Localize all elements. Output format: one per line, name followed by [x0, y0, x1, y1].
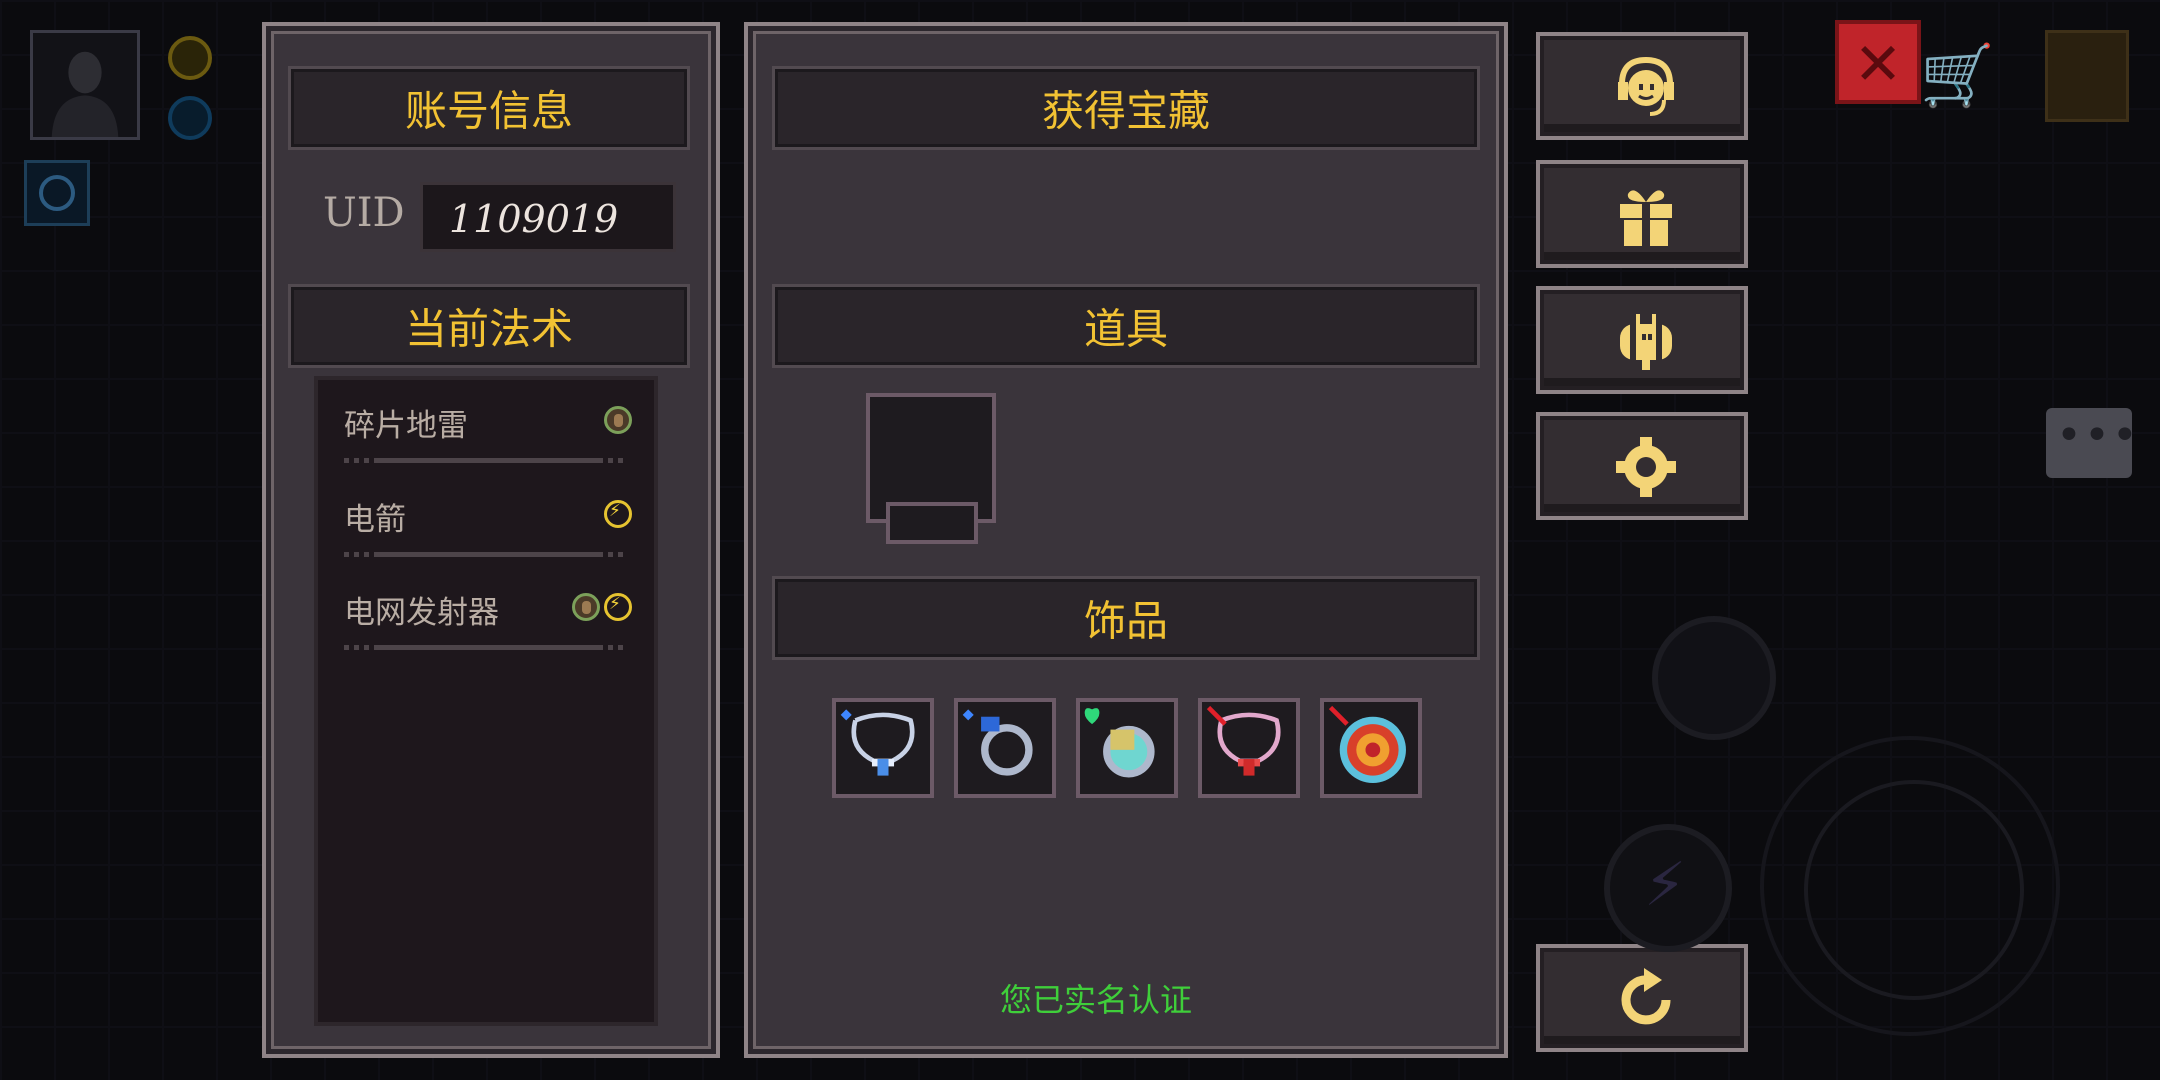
uid-label: UID	[323, 190, 405, 236]
account-info-header: 账号信息	[288, 66, 690, 150]
player-avatar[interactable]	[30, 30, 140, 140]
sapphire-ring-icon	[962, 709, 1033, 776]
current-spells-title: 当前法术	[404, 304, 573, 354]
props-title: 道具	[1083, 304, 1168, 354]
orb-skill-icon[interactable]	[24, 160, 90, 226]
coin-icon	[168, 36, 212, 80]
settings-gear-icon	[1616, 437, 1676, 497]
electric-element-icon	[604, 500, 632, 528]
item-slot-tab	[886, 502, 978, 544]
accessory-slot[interactable]	[832, 698, 934, 798]
gift-button[interactable]	[1536, 160, 1748, 268]
divider	[344, 645, 628, 650]
chat-icon: •••	[2056, 410, 2140, 461]
account-info-title: 账号信息	[404, 86, 573, 136]
earth-element-icon	[572, 593, 600, 621]
close-button[interactable]: ✕	[1835, 20, 1921, 104]
fire-target-icon	[1328, 705, 1406, 783]
ruby-necklace-icon	[1206, 705, 1281, 776]
spell-item[interactable]: 电箭	[318, 480, 654, 570]
spell-item[interactable]: 电网发射器	[318, 573, 654, 663]
accessory-slot[interactable]	[1198, 698, 1300, 798]
accessories-title: 饰品	[1083, 596, 1168, 646]
accessory-slot[interactable]	[954, 698, 1056, 798]
shop-cart-icon[interactable]: 🛒	[1920, 40, 1995, 111]
spell-item[interactable]: 碎片地雷	[318, 386, 654, 476]
bee-icon	[1620, 314, 1672, 370]
portrait-icon	[33, 33, 137, 137]
book-icon[interactable]	[2045, 30, 2129, 122]
bee-button[interactable]	[1536, 286, 1748, 394]
divider	[344, 552, 628, 557]
settings-button[interactable]	[1536, 412, 1748, 520]
chat-button[interactable]: •••	[2046, 408, 2138, 478]
accessories-header: 饰品	[772, 576, 1480, 660]
props-header: 道具	[772, 284, 1480, 368]
skill-lightning-button[interactable]: ⚡	[1604, 824, 1732, 952]
divider	[344, 458, 628, 463]
support-headset-icon	[1618, 56, 1674, 116]
gift-icon	[1620, 190, 1672, 246]
emerald-ring-icon	[1084, 708, 1155, 778]
treasure-title: 获得宝藏	[1041, 86, 1210, 136]
lightning-icon: ⚡	[1644, 850, 1687, 920]
accessory-slot[interactable]	[1320, 698, 1422, 798]
ice-necklace-icon	[840, 709, 915, 776]
weapon-button[interactable]	[1652, 616, 1776, 740]
accessory-slot[interactable]	[1076, 698, 1178, 798]
restart-icon	[1621, 968, 1671, 1025]
gem-icon	[168, 96, 212, 140]
uid-value: 1109019	[449, 197, 619, 241]
treasure-header: 获得宝藏	[772, 66, 1480, 150]
electric-element-icon	[604, 593, 632, 621]
current-spells-header: 当前法术	[288, 284, 690, 368]
uid-field[interactable]: 1109019	[420, 182, 676, 252]
spell-name: 电箭	[344, 502, 406, 538]
verified-status: 您已实名认证	[1000, 981, 1193, 1019]
spell-name: 碎片地雷	[344, 408, 468, 444]
restart-button[interactable]	[1536, 944, 1748, 1052]
spell-name: 电网发射器	[344, 595, 499, 631]
spell-list: 碎片地雷 电箭 电网发射器	[314, 376, 658, 1026]
treasure-panel	[744, 22, 1508, 1058]
close-icon: ✕	[1853, 30, 1903, 98]
joystick-knob	[1804, 780, 2024, 1000]
support-button[interactable]	[1536, 32, 1748, 140]
earth-element-icon	[604, 406, 632, 434]
joystick[interactable]	[1760, 736, 2060, 1036]
